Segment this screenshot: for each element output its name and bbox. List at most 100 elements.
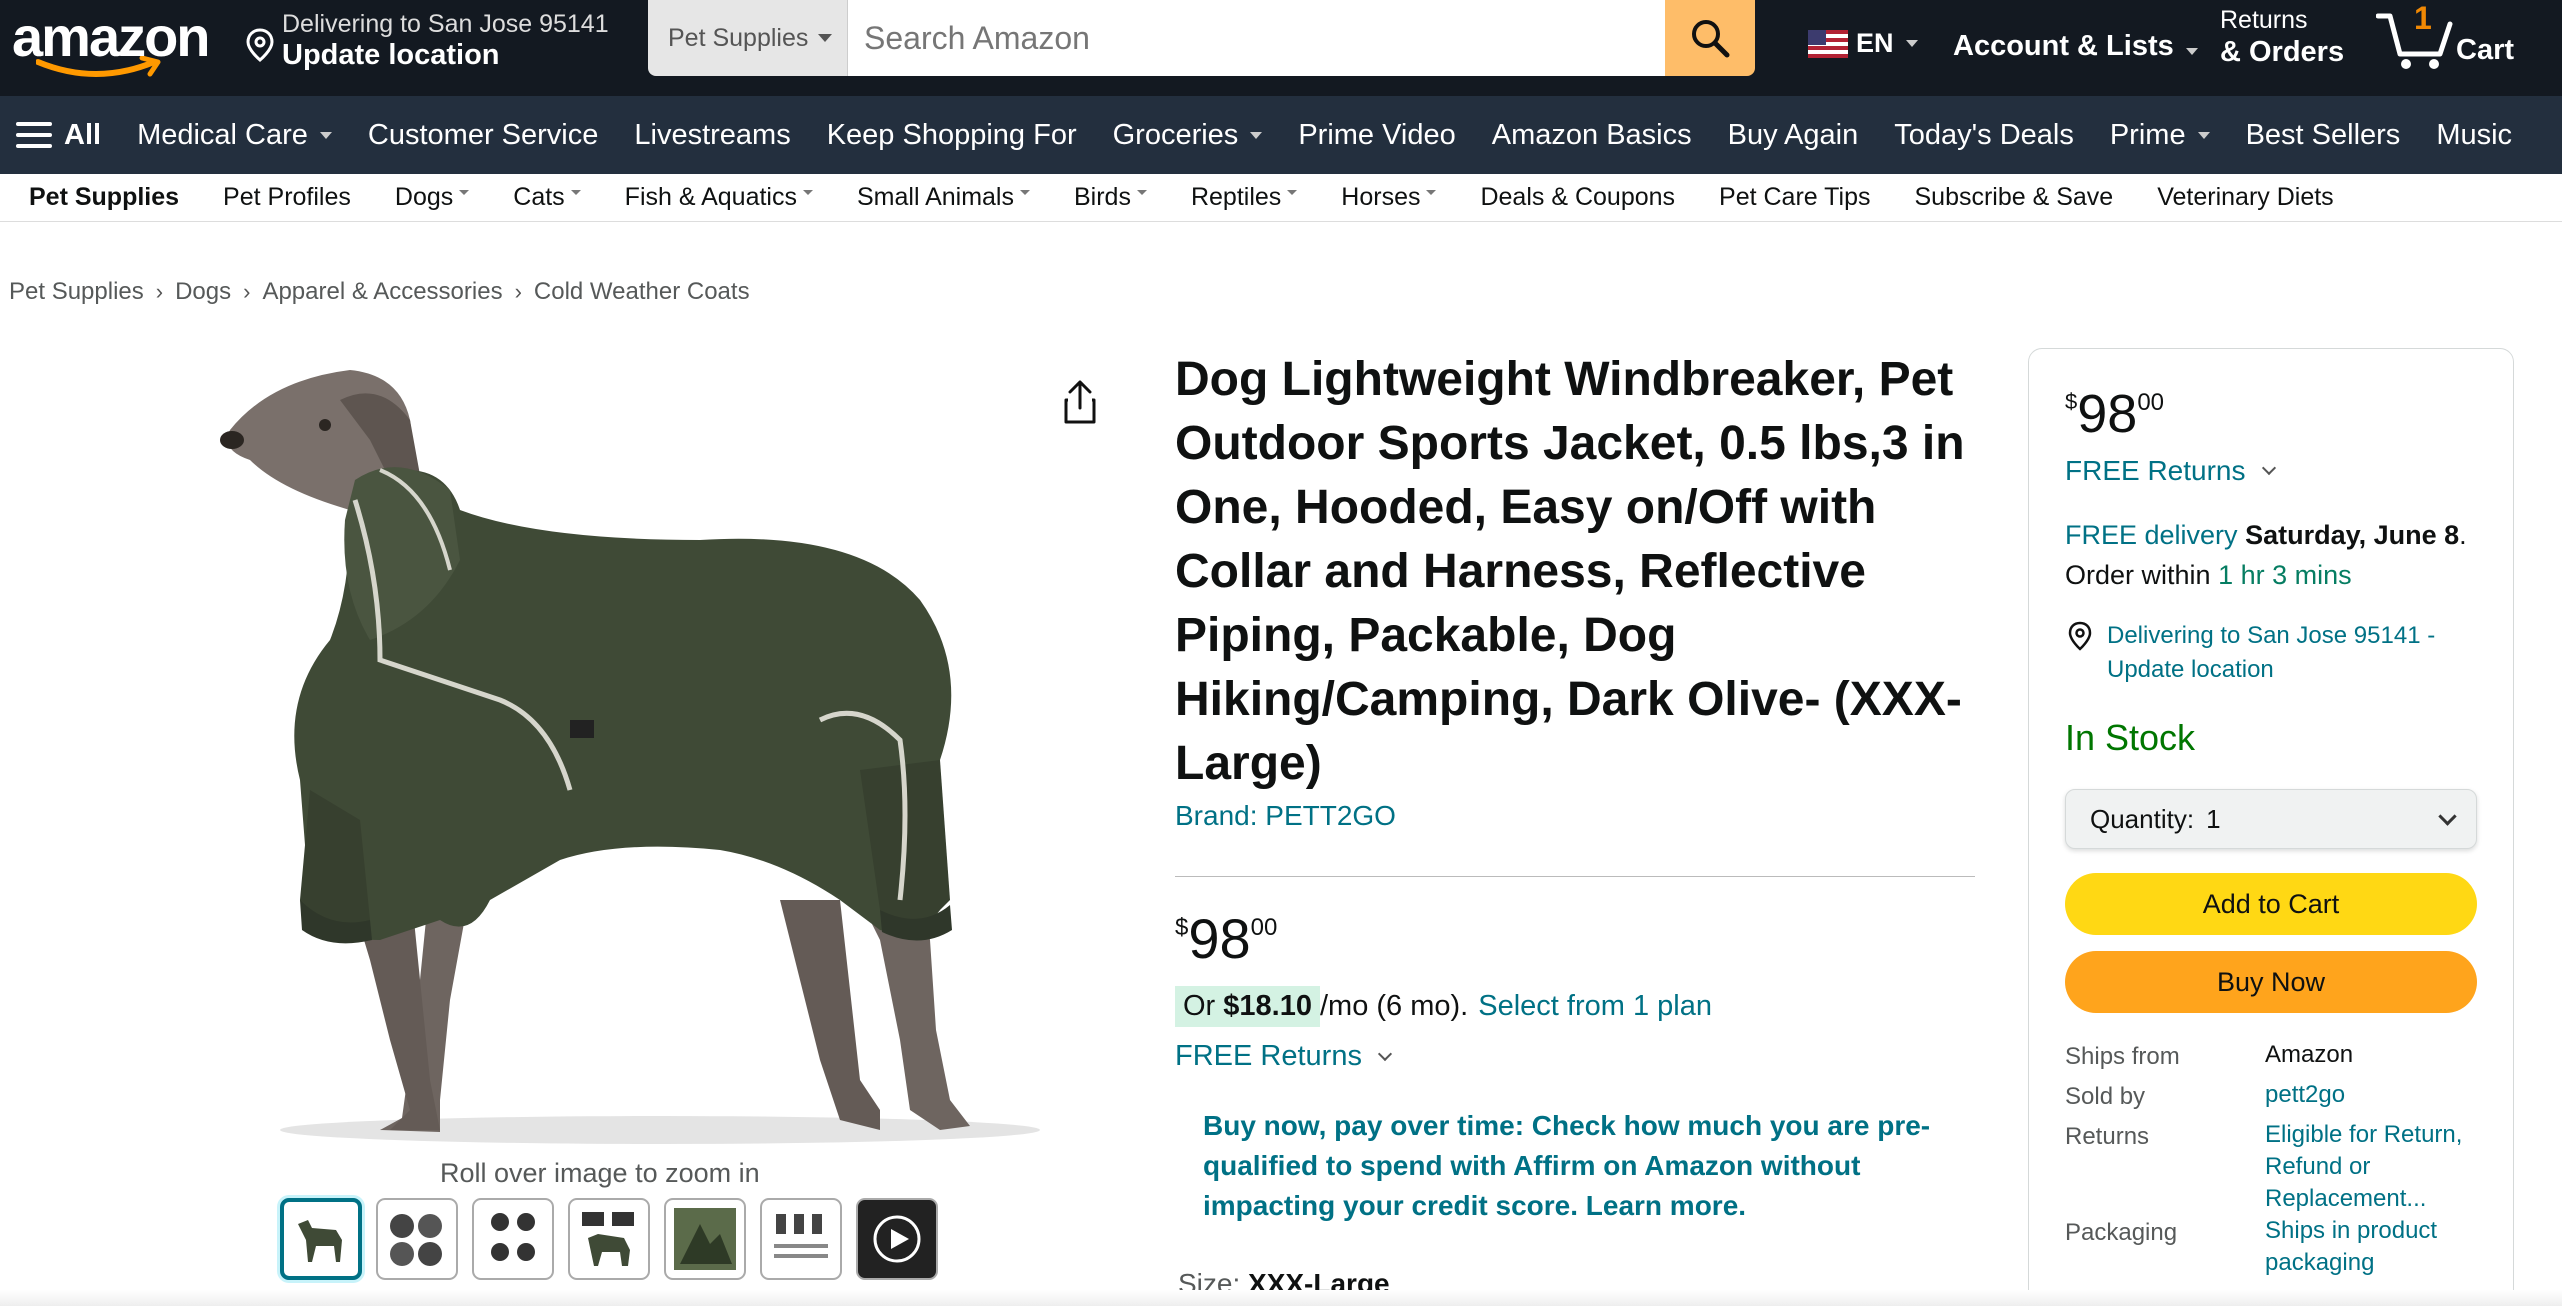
subnav-deals-coupons[interactable]: Deals & Coupons: [1480, 183, 1675, 212]
caret-down-icon: [2197, 131, 2210, 139]
cart-count: 1: [2414, 0, 2432, 36]
size-chart-thumbnail-icon: [774, 1214, 828, 1258]
nav-amazon-basics[interactable]: Amazon Basics: [1492, 119, 1692, 152]
nav-music[interactable]: Music: [2436, 119, 2512, 152]
subnav-pet-care-tips[interactable]: Pet Care Tips: [1719, 183, 1870, 212]
subnav-veterinary-diets[interactable]: Veterinary Diets: [2157, 183, 2333, 212]
search-category-dropdown[interactable]: Pet Supplies: [648, 0, 848, 76]
caret-down-icon: [570, 190, 581, 195]
subnav-label: Birds: [1073, 183, 1131, 211]
breadcrumb-link[interactable]: Pet Supplies: [9, 278, 144, 306]
nav-groceries[interactable]: Groceries: [1113, 119, 1263, 152]
nav-label: Today's Deals: [1894, 118, 2074, 151]
language-label: EN: [1856, 28, 1894, 58]
share-button[interactable]: [1062, 380, 1098, 429]
select-plan-link[interactable]: Select from 1 plan: [1478, 990, 1712, 1023]
product-main-image[interactable]: [140, 340, 1090, 1160]
breadcrumb-link[interactable]: Cold Weather Coats: [534, 278, 750, 306]
all-menu-button[interactable]: All: [16, 119, 101, 152]
deliver-line1: Delivering to San Jose 95141: [282, 10, 609, 38]
search-bar: Pet Supplies: [648, 0, 1755, 76]
jacket-thumbnail-icon: [390, 1214, 442, 1266]
thumbnail-2[interactable]: [376, 1198, 458, 1280]
chevron-down-icon: [2261, 460, 2276, 476]
quantity-value: 1: [2206, 803, 2221, 834]
search-button[interactable]: [1665, 0, 1755, 76]
breadcrumb-link[interactable]: Apparel & Accessories: [262, 278, 502, 306]
quantity-dropdown[interactable]: Quantity: 1: [2065, 789, 2477, 849]
all-label: All: [64, 118, 102, 151]
free-returns-label: FREE Returns: [1175, 1040, 1362, 1072]
amazon-logo[interactable]: amazon: [12, 4, 212, 77]
nav-label: Best Sellers: [2245, 118, 2401, 151]
returns-and-orders[interactable]: Returns & Orders: [2220, 4, 2344, 68]
account-and-lists[interactable]: Account & Lists: [1953, 30, 2198, 63]
nav-todays-deals[interactable]: Today's Deals: [1894, 119, 2074, 152]
thumbnail-3[interactable]: [472, 1198, 554, 1280]
sold-by-link[interactable]: pett2go: [2265, 1079, 2495, 1111]
dog-thumbnail-icon: [298, 1220, 342, 1262]
delivery-date: Saturday, June 8: [2245, 520, 2460, 550]
deliver-to[interactable]: Delivering to San Jose 95141 Update loca…: [246, 6, 626, 71]
buy-box: $9800 FREE Returns FREE delivery Saturda…: [2028, 348, 2514, 1306]
nav-customer-service[interactable]: Customer Service: [368, 119, 598, 152]
caret-down-icon: [1426, 190, 1437, 195]
cart[interactable]: 1 Cart: [2376, 0, 2536, 72]
returns-line2: & Orders: [2220, 36, 2345, 68]
brand-link[interactable]: Brand: PETT2GO: [1175, 800, 1396, 832]
add-to-cart-button[interactable]: Add to Cart: [2065, 873, 2477, 935]
subnav-label: Fish & Aquatics: [624, 183, 797, 211]
chevron-right-icon: ›: [155, 279, 164, 304]
language-selector[interactable]: EN: [1808, 28, 1918, 59]
subnav-reptiles[interactable]: Reptiles: [1190, 183, 1298, 212]
chevron-down-icon: [2438, 807, 2457, 826]
subnav-small-animals[interactable]: Small Animals: [857, 183, 1030, 212]
subnav-birds[interactable]: Birds: [1074, 183, 1147, 212]
monthly-prefix: Or: [1183, 990, 1224, 1022]
packaging-link[interactable]: Ships in product packaging: [2265, 1215, 2495, 1279]
subnav-label: Cats: [513, 183, 565, 211]
search-input[interactable]: [848, 0, 1665, 76]
nav-label: Customer Service: [367, 118, 599, 151]
nav-buy-again[interactable]: Buy Again: [1728, 119, 1859, 152]
subnav-label: Reptiles: [1190, 183, 1282, 211]
thumbnail-video[interactable]: [856, 1198, 938, 1280]
buybox-free-returns-link[interactable]: FREE Returns: [2065, 455, 2276, 487]
nav-prime[interactable]: Prime: [2110, 119, 2210, 152]
monthly-payment: Or $18.10 /mo (6 mo). Select from 1 plan: [1175, 986, 1712, 1027]
nav-livestreams[interactable]: Livestreams: [634, 119, 790, 152]
thumbnail-1[interactable]: [280, 1198, 362, 1280]
free-returns-link[interactable]: FREE Returns: [1175, 1040, 1393, 1073]
subnav-dogs[interactable]: Dogs: [395, 183, 470, 212]
subnav-horses[interactable]: Horses: [1341, 183, 1437, 212]
nav-prime-video[interactable]: Prime Video: [1298, 119, 1455, 152]
subnav-pet-supplies[interactable]: Pet Supplies: [29, 183, 179, 212]
stock-status: In Stock: [2065, 717, 2196, 758]
subnav-fish-aquatics[interactable]: Fish & Aquatics: [625, 183, 813, 212]
thumbnail-6[interactable]: [760, 1198, 842, 1280]
subnav-cats[interactable]: Cats: [513, 183, 581, 212]
nav-label: Prime: [2109, 118, 2186, 151]
caret-down-icon: [1905, 40, 1918, 47]
account-label: Account & Lists: [1953, 30, 2174, 62]
nav-medical-care[interactable]: Medical Care: [137, 119, 332, 152]
thumbnail-5[interactable]: [664, 1198, 746, 1280]
chevron-right-icon: ›: [243, 279, 251, 304]
subnav-subscribe-save[interactable]: Subscribe & Save: [1914, 183, 2113, 212]
caret-down-icon: [818, 34, 833, 42]
buy-now-button[interactable]: Buy Now: [2065, 951, 2477, 1013]
subnav-pet-profiles[interactable]: Pet Profiles: [223, 183, 351, 212]
nav-label: Prime Video: [1298, 118, 1456, 151]
free-delivery-link[interactable]: FREE delivery: [2065, 520, 2238, 550]
breadcrumb-link[interactable]: Dogs: [175, 278, 231, 306]
returns-policy-link[interactable]: Eligible for Return, Refund or Replaceme…: [2265, 1119, 2495, 1215]
nav-label: Livestreams: [634, 118, 791, 151]
affirm-promo-link[interactable]: Buy now, pay over time: Check how much y…: [1203, 1106, 1943, 1226]
product-price: $9800: [1175, 906, 1277, 971]
nav-keep-shopping[interactable]: Keep Shopping For: [827, 119, 1077, 152]
caret-down-icon: [1136, 190, 1147, 195]
nav-best-sellers[interactable]: Best Sellers: [2246, 119, 2401, 152]
thumbnail-4[interactable]: [568, 1198, 650, 1280]
caret-down-icon: [802, 190, 813, 195]
packaging-label: Packaging: [2065, 1219, 2178, 1246]
